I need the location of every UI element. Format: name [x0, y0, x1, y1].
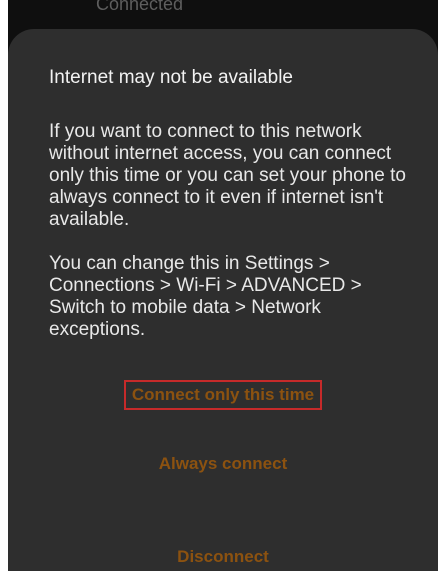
- internet-warning-dialog: Internet may not be available If you wan…: [8, 29, 438, 571]
- disconnect-button[interactable]: Disconnect: [8, 546, 438, 568]
- always-connect-button[interactable]: Always connect: [8, 453, 438, 475]
- network-status-text: Connected: [96, 0, 184, 14]
- dialog-body: If you want to connect to this network w…: [49, 121, 414, 341]
- settings-path-message: You can change this in Settings > Connec…: [49, 253, 362, 340]
- dialog-title: Internet may not be available: [49, 67, 293, 88]
- screen: Connected Internet may not be available …: [0, 0, 448, 571]
- dialog-message: If you want to connect to this network w…: [49, 121, 406, 230]
- connect-only-this-time-button[interactable]: Connect only this time: [8, 380, 438, 410]
- connect-only-this-time-label: Connect only this time: [123, 380, 323, 410]
